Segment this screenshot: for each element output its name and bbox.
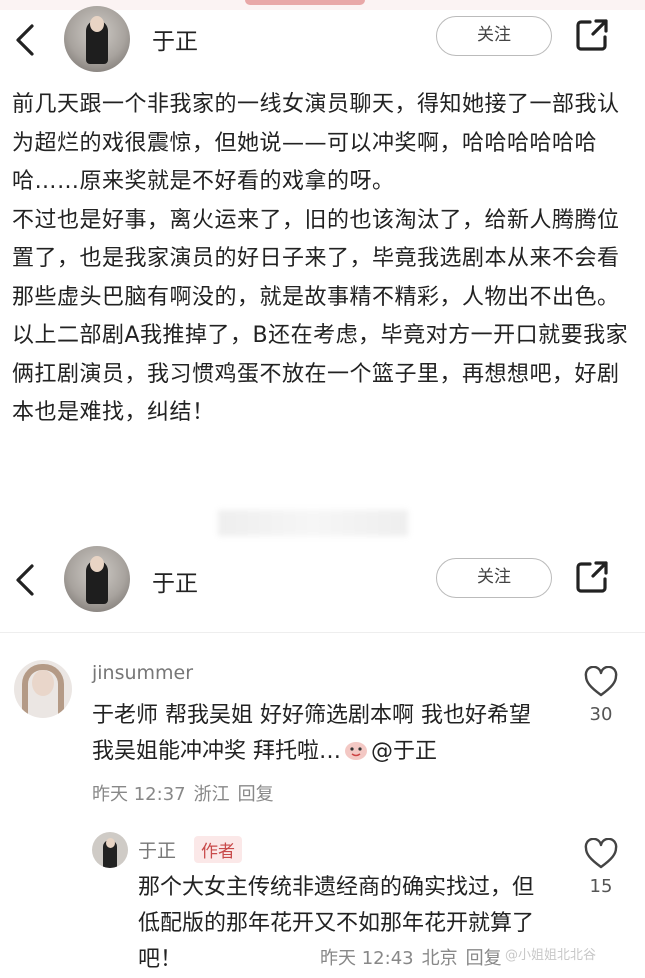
like-button[interactable]: 15 xyxy=(581,837,621,897)
watermark: @小姐姐北北谷 xyxy=(505,948,597,963)
post-paragraph: 不过也是好事，离火运来了，旧的也该淘汰了，给新人腾腾位置了，也是我家演员的好日子… xyxy=(12,207,620,310)
reply-button[interactable]: 回复 xyxy=(238,784,274,805)
like-count: 30 xyxy=(589,704,613,725)
comment-body: 于老师 帮我吴姐 好好筛选剧本啊 我也好希望 我吴姐能冲冲奖 拜托啦… xyxy=(92,703,531,764)
like-button[interactable]: 30 xyxy=(581,665,621,725)
emoji-icon xyxy=(343,737,369,760)
profile-header: 于正 关注 xyxy=(0,546,645,618)
back-chevron-icon[interactable] xyxy=(10,20,40,60)
comment-meta: 昨天 12:43 北京 回复 xyxy=(320,944,510,970)
comment-time: 昨天 12:37 xyxy=(92,784,186,805)
follow-button[interactable]: 关注 xyxy=(436,16,552,56)
like-count: 15 xyxy=(589,876,613,897)
divider xyxy=(0,632,645,633)
reply-button[interactable]: 回复 xyxy=(466,948,502,969)
comment-avatar[interactable] xyxy=(92,832,128,868)
comment-text: 于老师 帮我吴姐 好好筛选剧本啊 我也好希望 我吴姐能冲冲奖 拜托啦… @于正 xyxy=(92,698,552,770)
comment-username[interactable]: jinsummer xyxy=(92,662,193,684)
post-paragraph: 前几天跟一个非我家的一线女演员聊天，得知她接了一部我认为超烂的戏很震惊，但她说—… xyxy=(12,92,620,194)
post-paragraph: 以上二部剧A我推掉了，B还在考虑，毕竟对方一开口就要我家俩扛剧演员，我习惯鸡蛋不… xyxy=(12,323,629,425)
author-badge: 作者 xyxy=(194,836,242,863)
profile-header: 于正 关注 xyxy=(0,4,645,76)
comment-meta: 昨天 12:37 浙江 回复 xyxy=(92,780,282,806)
username[interactable]: 于正 xyxy=(152,22,198,56)
comment-location: 浙江 xyxy=(193,784,230,805)
post-body: 前几天跟一个非我家的一线女演员聊天，得知她接了一部我认为超烂的戏很震惊，但她说—… xyxy=(12,86,634,433)
comment-avatar[interactable] xyxy=(14,660,72,718)
comment-time: 昨天 12:43 xyxy=(320,948,414,969)
back-chevron-icon[interactable] xyxy=(10,560,40,600)
share-icon[interactable] xyxy=(574,559,614,599)
share-icon[interactable] xyxy=(574,17,614,57)
heart-icon xyxy=(584,665,618,697)
comment-location: 北京 xyxy=(421,948,458,969)
username[interactable]: 于正 xyxy=(152,564,198,598)
avatar[interactable] xyxy=(64,546,130,612)
comment-username[interactable]: 于正 xyxy=(138,836,176,863)
blurred-region xyxy=(218,510,408,536)
avatar[interactable] xyxy=(64,6,130,72)
follow-button[interactable]: 关注 xyxy=(436,558,552,598)
heart-icon xyxy=(584,837,618,869)
mention-link[interactable]: @于正 xyxy=(371,739,437,764)
